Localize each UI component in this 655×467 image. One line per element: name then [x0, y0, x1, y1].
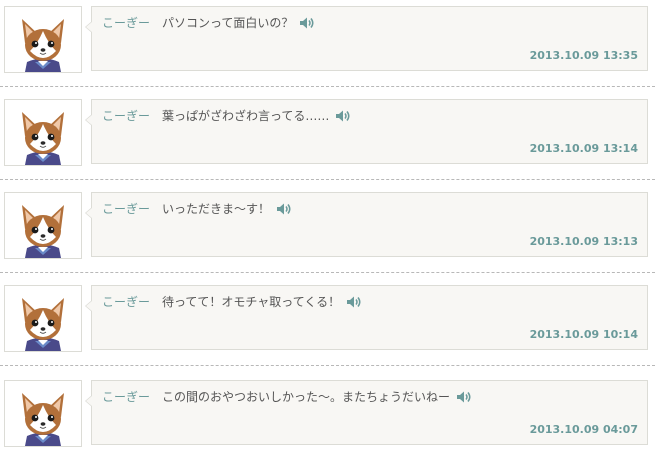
corgi-avatar[interactable]: [4, 285, 82, 352]
timestamp: 2013.10.09 13:35: [529, 49, 638, 62]
message-line: こーぎー 葉っぱがざわざわ言ってる……: [102, 108, 351, 124]
timestamp: 2013.10.09 10:14: [529, 328, 638, 341]
message-text: 葉っぱがざわざわ言ってる……: [162, 109, 330, 123]
message-text: この間のおやつおいしかった～。またちょうだいねー: [162, 390, 451, 404]
message-text: いっただきま～す！: [162, 202, 271, 216]
message-line: こーぎー パソコンって面白いの？: [102, 15, 315, 31]
post-item: こーぎー いっただきま～す！ 2013.10.09 13:13: [0, 186, 655, 279]
post-item: こーぎー 待ってて！オモチャ取ってくる！ 2013.10.09 10:14: [0, 279, 655, 372]
timestamp: 2013.10.09 13:14: [529, 142, 638, 155]
speaker-icon[interactable]: [276, 202, 292, 216]
message-bubble: こーぎー パソコンって面白いの？ 2013.10.09 13:35: [85, 6, 648, 71]
message-bubble: こーぎー いっただきま～す！ 2013.10.09 13:13: [85, 192, 648, 257]
divider: [0, 179, 655, 180]
corgi-avatar[interactable]: [4, 99, 82, 166]
author-name[interactable]: こーぎー: [102, 201, 150, 217]
speaker-icon[interactable]: [299, 16, 315, 30]
message-line: こーぎー 待ってて！オモチャ取ってくる！: [102, 294, 362, 310]
message-text: 待ってて！オモチャ取ってくる！: [162, 295, 341, 309]
post-item: こーぎー パソコンって面白いの？ 2013.10.09 13:35: [0, 0, 655, 93]
corgi-avatar[interactable]: [4, 192, 82, 259]
divider: [0, 86, 655, 87]
author-name[interactable]: こーぎー: [102, 15, 150, 31]
timestamp: 2013.10.09 04:07: [529, 423, 638, 436]
corgi-avatar[interactable]: [4, 380, 82, 447]
message-bubble: こーぎー 待ってて！オモチャ取ってくる！ 2013.10.09 10:14: [85, 285, 648, 350]
author-name[interactable]: こーぎー: [102, 108, 150, 124]
message-text: パソコンって面白いの？: [162, 16, 294, 30]
post-item: こーぎー 葉っぱがざわざわ言ってる…… 2013.10.09 13:14: [0, 93, 655, 186]
message-line: こーぎー この間のおやつおいしかった～。またちょうだいねー: [102, 389, 472, 405]
corgi-avatar[interactable]: [4, 6, 82, 73]
speaker-icon[interactable]: [335, 109, 351, 123]
post-item: こーぎー この間のおやつおいしかった～。またちょうだいねー 2013.10.09…: [0, 374, 655, 467]
message-line: こーぎー いっただきま～す！: [102, 201, 292, 217]
message-bubble: こーぎー この間のおやつおいしかった～。またちょうだいねー 2013.10.09…: [85, 380, 648, 445]
author-name[interactable]: こーぎー: [102, 294, 150, 310]
divider: [0, 365, 655, 366]
speaker-icon[interactable]: [346, 295, 362, 309]
divider: [0, 272, 655, 273]
speaker-icon[interactable]: [456, 390, 472, 404]
author-name[interactable]: こーぎー: [102, 389, 150, 405]
timestamp: 2013.10.09 13:13: [529, 235, 638, 248]
message-bubble: こーぎー 葉っぱがざわざわ言ってる…… 2013.10.09 13:14: [85, 99, 648, 164]
